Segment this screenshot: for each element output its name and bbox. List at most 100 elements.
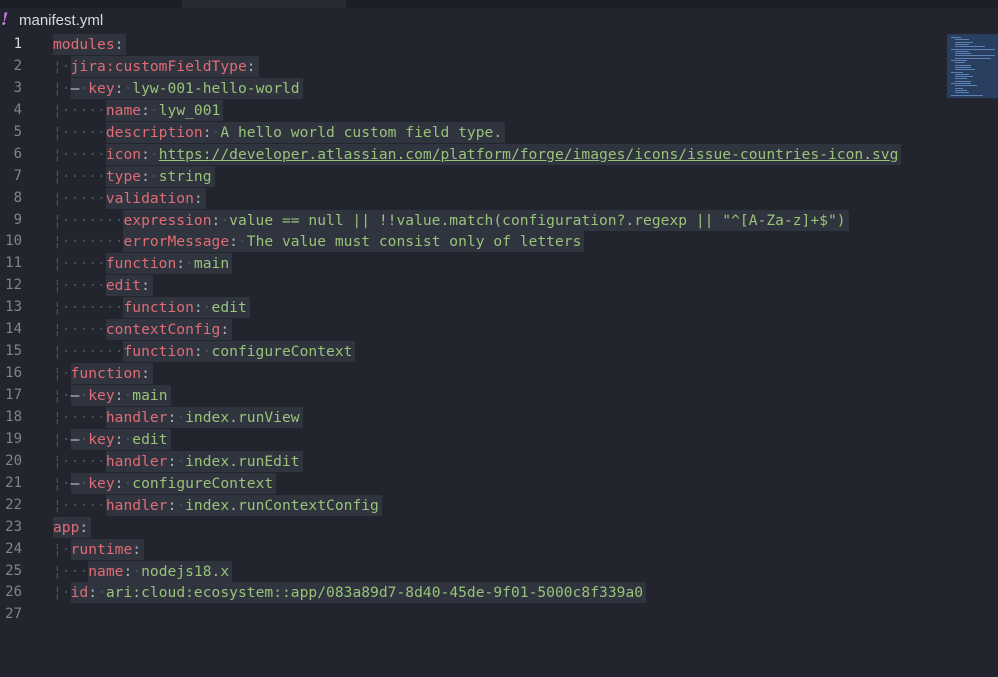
warning-icon: ! (1, 10, 9, 30)
line-highlight: –·key:·configureContext (70, 472, 277, 494)
line-highlight: function:·main (105, 253, 233, 275)
line-content[interactable]: ¦·–·key:·main (53, 385, 171, 407)
line-number: 27 (5, 606, 22, 623)
code-line[interactable]: 22 ¦·····handler:·index.runContextConfig (0, 494, 998, 517)
line-content[interactable]: ¦·····handler:·index.runView (53, 406, 303, 429)
line-content[interactable]: ¦·····handler:·index.runContextConfig (53, 494, 382, 517)
yaml-colon: : (79, 518, 89, 536)
line-content[interactable]: ¦···name:·nodejs18.x (53, 560, 233, 583)
yaml-key: handler (105, 496, 168, 514)
minimap[interactable] (947, 34, 998, 98)
tab-active-indicator[interactable] (182, 0, 346, 8)
indent-guide: ¦· (53, 365, 71, 383)
yaml-value: string (158, 167, 212, 185)
indent-guide: ¦· (53, 57, 71, 75)
code-line[interactable]: 8 ¦·····validation: (0, 187, 998, 210)
line-content[interactable]: ¦·······expression:·value == null || !!v… (53, 209, 849, 232)
line-content[interactable]: ¦·runtime: (53, 538, 145, 561)
line-content[interactable]: ¦·····handler:·index.runEdit (53, 450, 303, 473)
line-content[interactable]: ¦·····edit: (53, 275, 153, 297)
code-line[interactable]: 16 ¦·function: (0, 363, 998, 385)
code-editor[interactable]: 1 modules: 2 ¦·jira:customFieldType: 3 ¦·–·ke… (0, 34, 998, 677)
code-line[interactable]: 13 ¦·······function:·edit (0, 297, 998, 319)
yaml-link[interactable]: https://developer.atlassian.com/platform… (159, 146, 899, 163)
line-content[interactable]: ¦·······errorMessage:·The value must con… (53, 231, 585, 253)
line-number: 11 (5, 255, 22, 272)
code-line[interactable]: 6 ¦·····icon:·https://developer.atlassian… (0, 143, 998, 166)
code-line[interactable]: 19 ¦·–·key:·edit (0, 428, 998, 451)
yaml-key: expression (123, 211, 212, 229)
line-content[interactable]: ¦·······function:·configureContext (53, 341, 356, 363)
minimap-line (955, 41, 973, 43)
code-line[interactable]: 21 ¦·–·key:·configureContext (0, 472, 998, 495)
line-content[interactable]: ¦·–·key:·lyw-001-hello-world (53, 77, 303, 100)
line-content[interactable]: ¦·function: (53, 363, 153, 385)
yaml-colon: : (141, 167, 150, 185)
yaml-key: function (123, 299, 194, 317)
code-line[interactable]: 1 modules: (0, 34, 998, 56)
code-line[interactable]: 23 app: (0, 516, 998, 539)
line-content[interactable]: ¦·····description:·A hello world custom … (53, 121, 506, 144)
space: · (149, 101, 159, 119)
code-line[interactable]: 25 ¦···name:·nodejs18.x (0, 560, 998, 583)
code-line[interactable]: 12 ¦·····edit: (0, 275, 998, 297)
space: · (176, 496, 186, 514)
line-highlight: validation: (105, 187, 206, 209)
space: · (149, 167, 159, 185)
line-content[interactable]: ¦·id:·ari:cloud:ecosystem::app/083a89d7-… (53, 582, 647, 604)
code-line[interactable]: 20 ¦·····handler:·index.runEdit (0, 450, 998, 473)
indent-guide: ¦····· (53, 277, 106, 295)
line-number: 9 (13, 211, 22, 228)
code-line[interactable]: 24 ¦·runtime: (0, 538, 998, 561)
code-line[interactable]: 2 ¦·jira:customFieldType: (0, 55, 998, 78)
code-line[interactable]: 5 ¦·····description:·A hello world custom… (0, 121, 998, 144)
code-line[interactable]: 7 ¦·····type:·string (0, 165, 998, 188)
line-content[interactable]: ¦·····type:·string (53, 165, 215, 188)
line-content[interactable]: ¦·····function:·main (53, 253, 233, 275)
code-line[interactable]: 14 ¦·····contextConfig: (0, 319, 998, 341)
minimap-line (955, 55, 995, 57)
code-line[interactable]: 26 ¦·id:·ari:cloud:ecosystem::app/083a89d… (0, 582, 998, 604)
line-content[interactable]: ¦·····name:·lyw_001 (53, 99, 224, 122)
code-line[interactable]: 27 (0, 604, 998, 626)
line-content[interactable]: ¦·jira:customFieldType: (53, 55, 259, 78)
line-content[interactable]: ¦·–·key:·configureContext (53, 472, 277, 495)
code-line[interactable]: 10 ¦·······errorMessage:·The value must c… (0, 231, 998, 253)
line-content[interactable]: ¦·····contextConfig: (53, 319, 233, 341)
file-name[interactable]: manifest.yml (19, 11, 103, 31)
minimap-line (955, 66, 971, 68)
space: · (185, 255, 194, 273)
yaml-value: configureContext (211, 343, 353, 361)
indent-guide: ¦· (53, 540, 71, 558)
line-content[interactable]: ¦·····validation: (53, 187, 206, 210)
line-content[interactable]: modules: (53, 34, 127, 56)
yaml-key: key (88, 430, 115, 448)
space: · (79, 387, 89, 404)
line-content[interactable]: app: (53, 516, 92, 539)
code-line[interactable]: 11 ¦·····function:·main (0, 253, 998, 275)
yaml-colon: : (141, 365, 150, 383)
code-line[interactable]: 15 ¦·······function:·configureContext (0, 341, 998, 363)
indent-guide: ¦······· (53, 233, 124, 251)
line-highlight: –·key:·edit (70, 428, 171, 450)
yaml-value: ari:cloud:ecosystem::app/083a89d7-8d40-4… (105, 584, 644, 602)
code-line[interactable]: 18 ¦·····handler:·index.runView (0, 406, 998, 429)
yaml-key: name (88, 562, 124, 580)
line-number: 3 (13, 79, 22, 96)
line-content[interactable]: ¦·–·key:·edit (53, 428, 171, 451)
tab-strip (0, 0, 998, 8)
line-highlight: errorMessage:·The value must consist onl… (123, 231, 585, 253)
code-line[interactable]: 9 ¦·······expression:·value == null || !!… (0, 209, 998, 232)
code-line[interactable]: 4 ¦·····name:·lyw_001 (0, 99, 998, 122)
yaml-colon: : (167, 408, 177, 426)
file-tab[interactable]: ! manifest.yml (0, 8, 998, 34)
code-line[interactable]: 3 ¦·–·key:·lyw-001-hello-world (0, 77, 998, 100)
yaml-key: icon (105, 145, 142, 163)
line-content[interactable]: ¦·····icon:·https://developer.atlassian.… (53, 143, 902, 166)
line-highlight: id:·ari:cloud:ecosystem::app/083a89d7-8d… (70, 582, 647, 604)
yaml-value: main (132, 387, 168, 404)
code-line[interactable]: 17 ¦·–·key:·main (0, 385, 998, 407)
yaml-colon: : (229, 233, 238, 251)
indent-guide: ¦······· (53, 343, 124, 361)
line-content[interactable]: ¦·······function:·edit (53, 297, 250, 319)
